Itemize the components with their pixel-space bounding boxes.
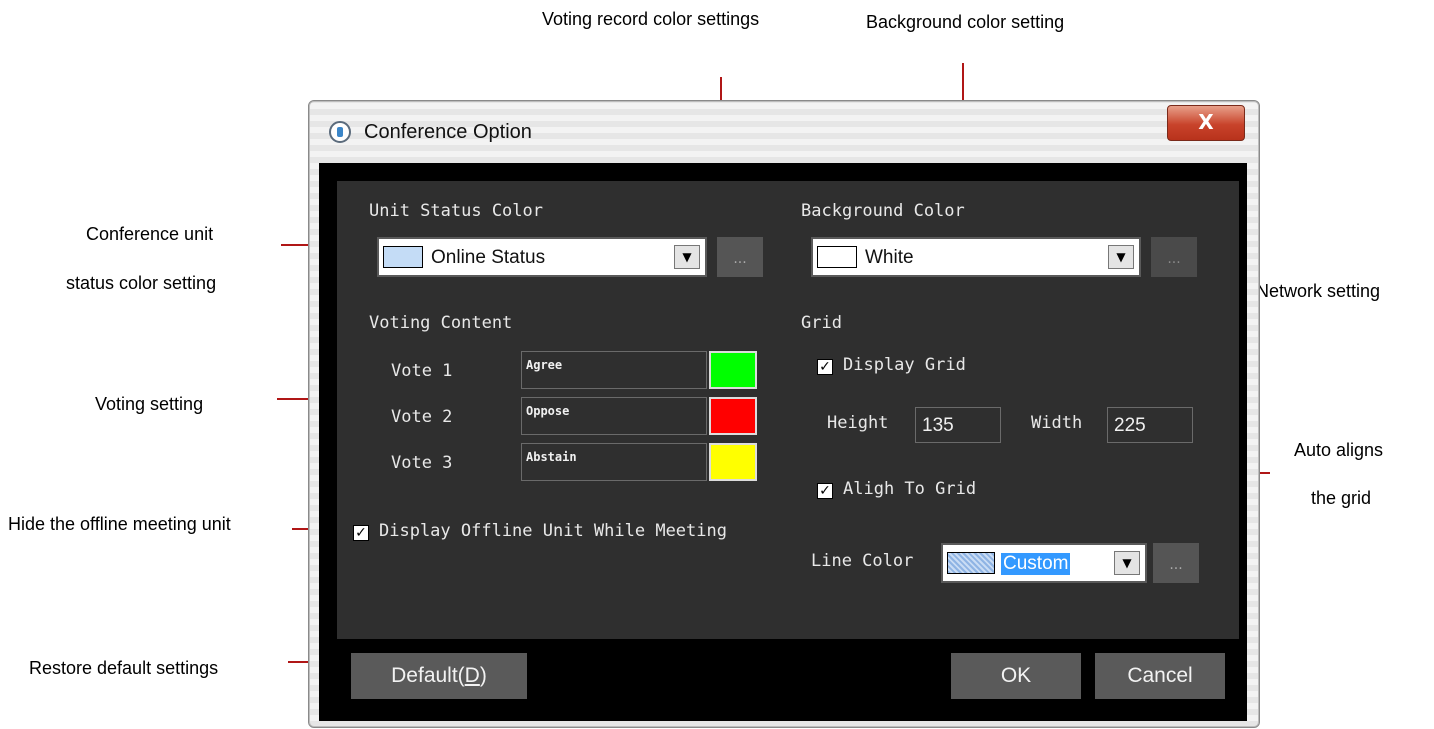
callout-voting: Voting setting: [95, 394, 204, 414]
callout-background: Background color setting: [866, 12, 1065, 32]
callout-auto-align-line2: the grid: [1311, 488, 1372, 508]
line-color-swatch: [947, 552, 995, 574]
chevron-down-icon[interactable]: ▼: [1108, 245, 1134, 269]
vote-1-label: Vote 1: [391, 361, 453, 381]
vote-3-color-button[interactable]: [709, 443, 757, 481]
unit-status-swatch: [383, 246, 423, 268]
app-icon: [329, 121, 351, 143]
callout-auto-align-line1: Auto aligns: [1294, 440, 1384, 460]
unit-status-combo[interactable]: Online Status ▼: [377, 237, 707, 277]
unit-status-value: Online Status: [431, 247, 546, 268]
line-color-combo[interactable]: Custom ▼: [941, 543, 1147, 583]
voting-content-label: Voting Content: [369, 313, 513, 333]
grid-height-label: Height: [827, 413, 889, 433]
align-to-grid-label: Aligh To Grid: [843, 479, 977, 499]
background-color-swatch: [817, 246, 857, 268]
vote-3-input[interactable]: Abstain: [521, 443, 707, 481]
grid-label: Grid: [801, 313, 842, 333]
grid-width-input[interactable]: 225: [1107, 407, 1193, 443]
background-color-label: Background Color: [801, 201, 965, 221]
conference-option-dialog: Conference Option X Unit Status Color On…: [308, 100, 1260, 728]
dialog-client-area: Unit Status Color Online Status ▼ ... Ba…: [319, 163, 1247, 721]
unit-status-browse-button[interactable]: ...: [717, 237, 763, 277]
close-button[interactable]: X: [1167, 105, 1245, 141]
vote-2-label: Vote 2: [391, 407, 453, 427]
display-offline-checkbox[interactable]: ✓: [353, 525, 369, 541]
chevron-down-icon[interactable]: ▼: [674, 245, 700, 269]
align-to-grid-checkbox[interactable]: ✓: [817, 483, 833, 499]
chevron-down-icon[interactable]: ▼: [1114, 551, 1140, 575]
line-color-value: Custom: [1001, 553, 1071, 575]
vote-1-input[interactable]: Agree: [521, 351, 707, 389]
grid-height-input[interactable]: 135: [915, 407, 1001, 443]
options-panel: Unit Status Color Online Status ▼ ... Ba…: [337, 181, 1239, 639]
vote-3-label: Vote 3: [391, 453, 453, 473]
grid-width-label: Width: [1031, 413, 1083, 433]
vote-1-color-button[interactable]: [709, 351, 757, 389]
default-button[interactable]: Default(D): [351, 653, 527, 699]
window-title: Conference Option: [364, 121, 532, 143]
background-color-combo[interactable]: White ▼: [811, 237, 1141, 277]
background-color-value: White: [865, 247, 914, 268]
vote-2-input[interactable]: Oppose: [521, 397, 707, 435]
callout-unit-status-line1: Conference unit: [86, 224, 214, 244]
display-grid-checkbox[interactable]: ✓: [817, 359, 833, 375]
cancel-button[interactable]: Cancel: [1095, 653, 1225, 699]
callout-restore-default: Restore default settings: [29, 658, 219, 678]
callout-voting-record: Voting record color settings: [542, 9, 760, 29]
line-color-browse-button[interactable]: ...: [1153, 543, 1199, 583]
background-color-browse-button[interactable]: ...: [1151, 237, 1197, 277]
line-color-label: Line Color: [811, 551, 914, 571]
callout-network: Network setting: [1256, 281, 1381, 301]
display-offline-label: Display Offline Unit While Meeting: [379, 521, 727, 541]
callout-unit-status-line2: status color setting: [66, 273, 217, 293]
ok-button[interactable]: OK: [951, 653, 1081, 699]
callout-hide-offline: Hide the offline meeting unit: [8, 514, 231, 534]
display-grid-label: Display Grid: [843, 355, 966, 375]
unit-status-label: Unit Status Color: [369, 201, 543, 221]
vote-2-color-button[interactable]: [709, 397, 757, 435]
